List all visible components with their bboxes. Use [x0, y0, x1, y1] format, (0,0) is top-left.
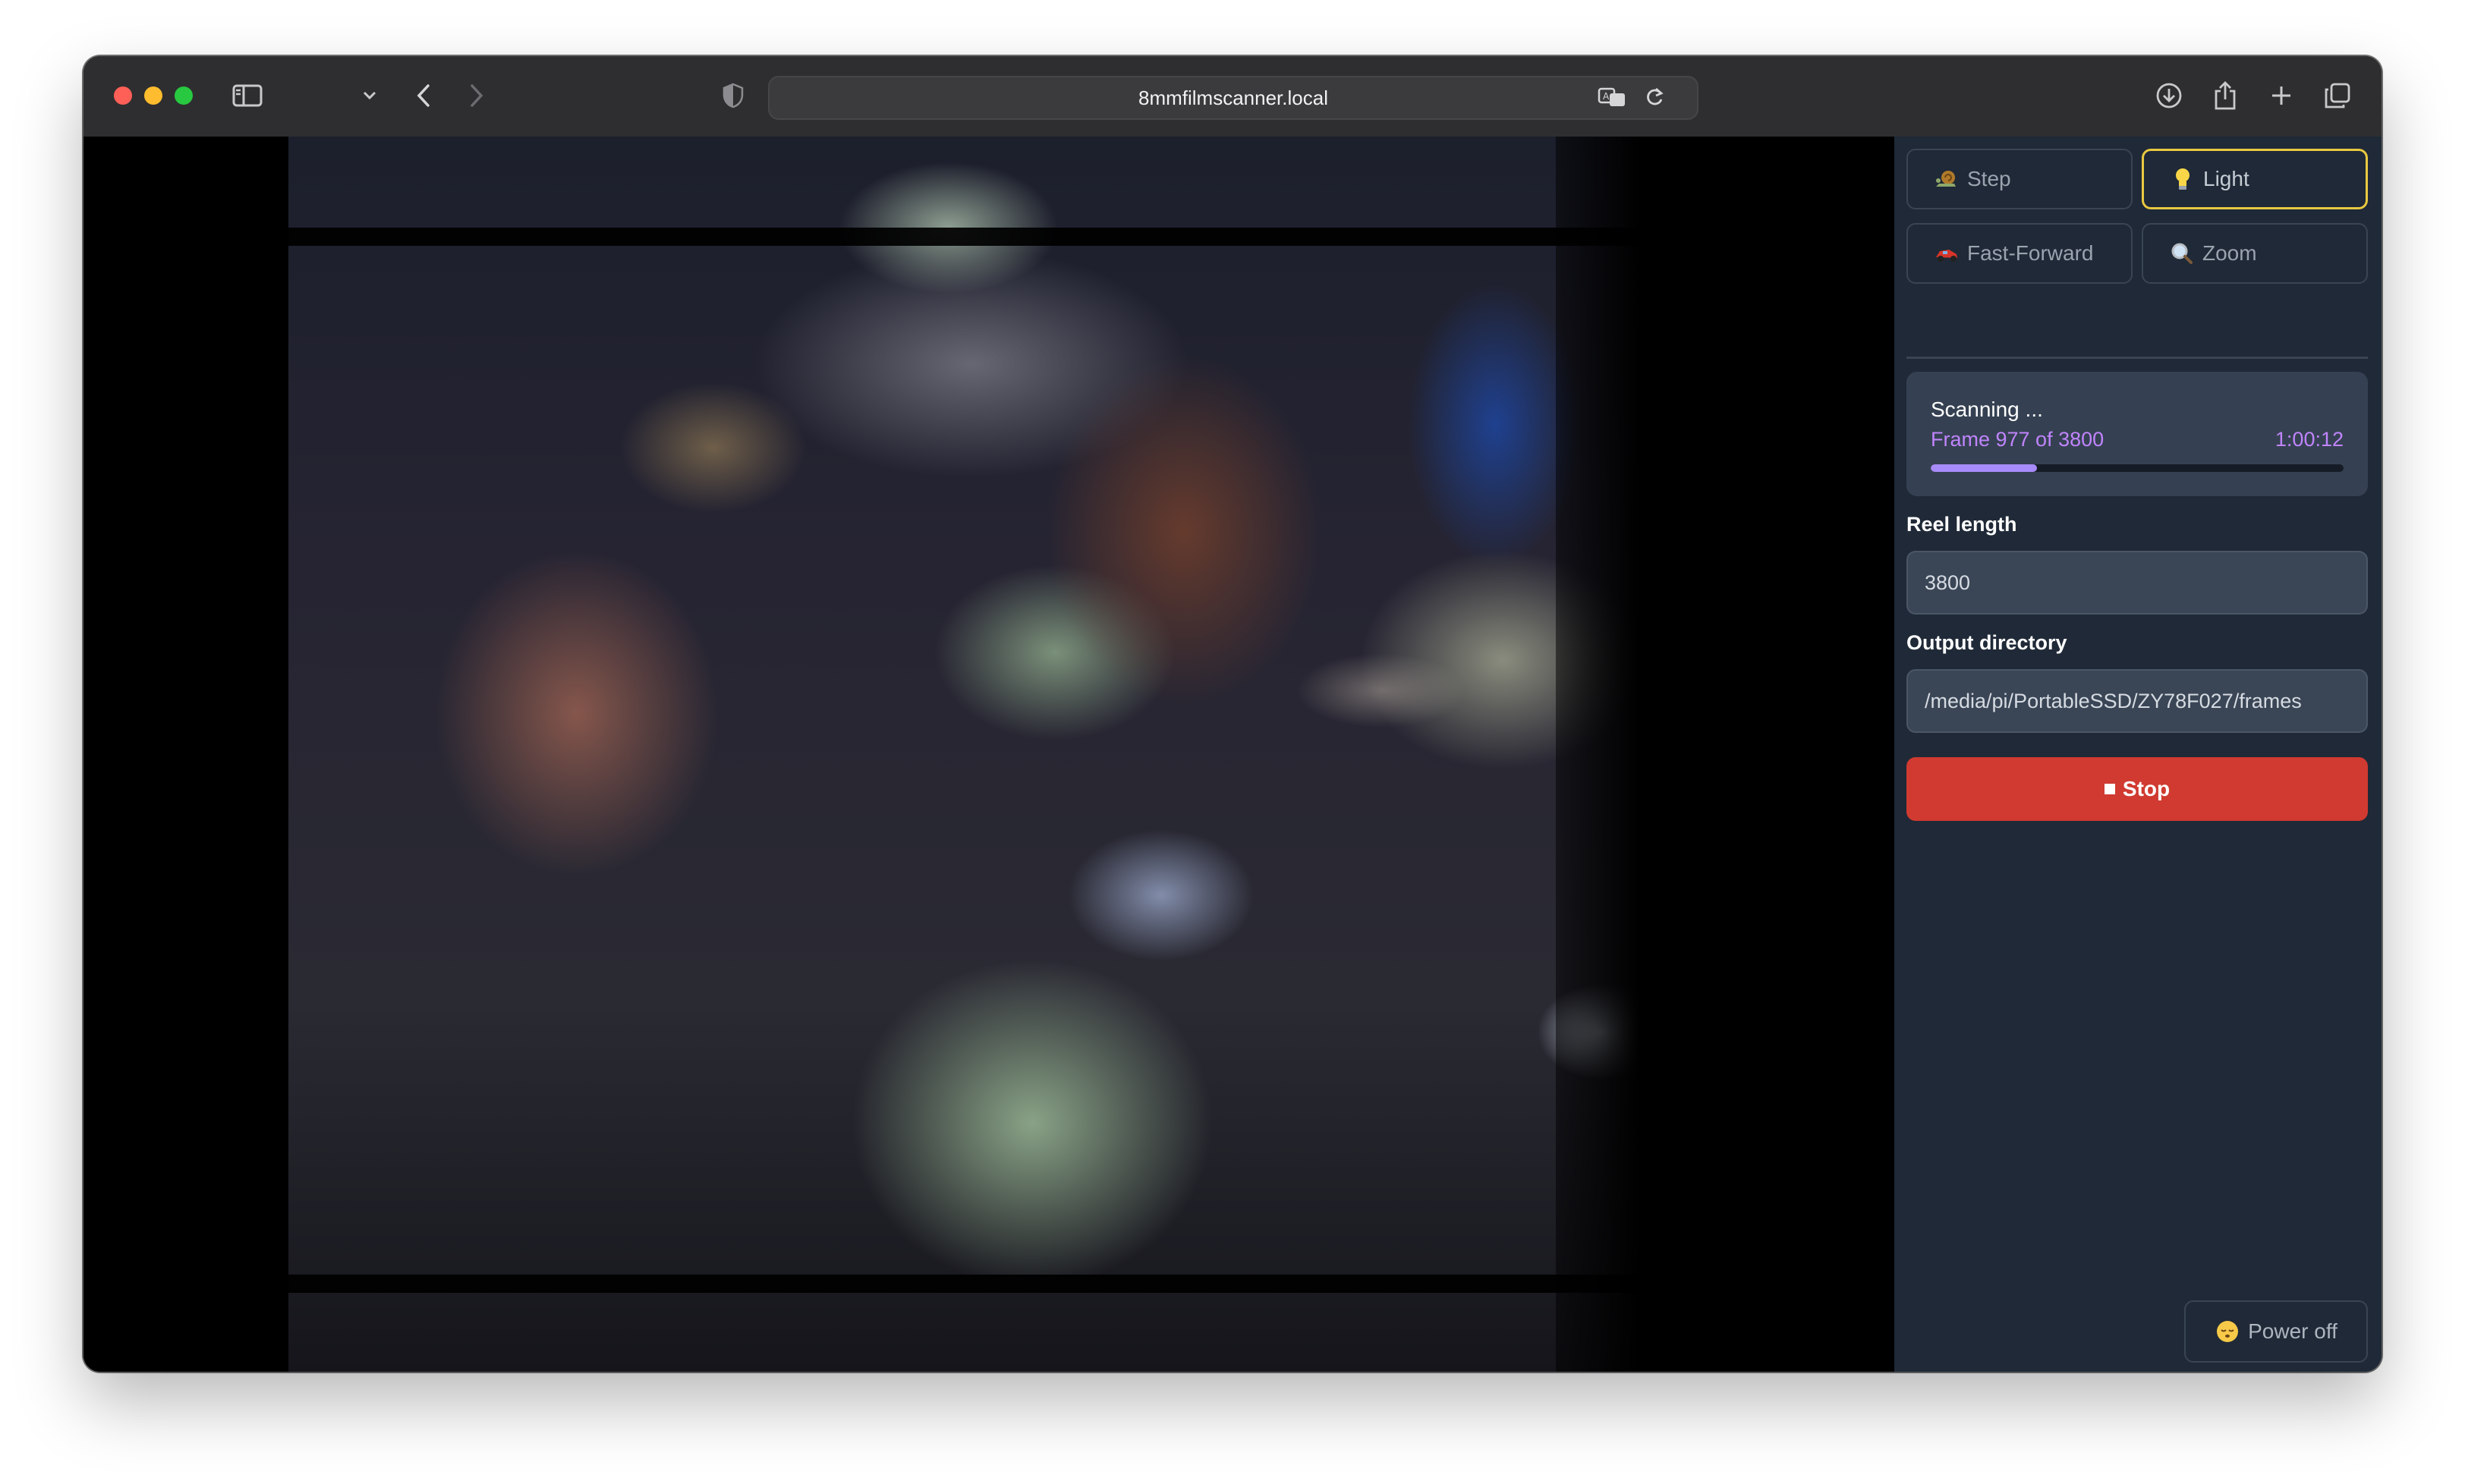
- browser-toolbar: 8mmfilmscanner.local A: [83, 56, 2382, 138]
- reel-length-field[interactable]: 3800: [1906, 551, 2368, 615]
- light-button[interactable]: Light: [2142, 149, 2368, 209]
- minimize-window-button[interactable]: [144, 86, 162, 105]
- stop-square-icon: [2104, 784, 2115, 794]
- film-frame-preview: [83, 137, 1894, 1372]
- scan-progress-bar: [1931, 464, 2344, 472]
- reload-icon[interactable]: [1639, 79, 1670, 115]
- power-off-button[interactable]: Power off: [2184, 1300, 2368, 1363]
- film-border-right: [1556, 137, 1894, 1372]
- zoom-window-button[interactable]: [175, 86, 193, 105]
- fast-forward-label: Fast-Forward: [1967, 241, 2094, 265]
- output-directory-label: Output directory: [1906, 631, 2067, 654]
- page-content: Step Light Fast-Forward Zoom Scanning ..…: [83, 137, 2382, 1372]
- film-border-left: [83, 137, 288, 1372]
- fast-forward-button[interactable]: Fast-Forward: [1906, 223, 2133, 284]
- magnifier-icon: [2169, 242, 2195, 265]
- snail-icon: [1934, 168, 1960, 190]
- translate-icon[interactable]: A: [1595, 79, 1629, 115]
- svg-text:A: A: [1603, 91, 1610, 102]
- address-bar[interactable]: 8mmfilmscanner.local A: [768, 76, 1698, 120]
- share-icon[interactable]: [2208, 77, 2242, 114]
- browser-window: 8mmfilmscanner.local A Step Light Fast-F…: [83, 56, 2382, 1372]
- lightbulb-icon: [2170, 167, 2196, 191]
- controls-divider: [1906, 357, 2368, 359]
- stop-label: Stop: [2122, 777, 2171, 800]
- privacy-shield-icon[interactable]: [718, 77, 748, 114]
- step-label: Step: [1967, 167, 2011, 190]
- reel-length-label: Reel length: [1906, 513, 2017, 536]
- scan-status-card: Scanning ... Frame 977 of 3800 1:00:12: [1906, 372, 2368, 496]
- elapsed-time: 1:00:12: [2275, 428, 2344, 451]
- close-window-button[interactable]: [114, 86, 132, 105]
- frame-separator-bottom: [288, 1275, 1639, 1293]
- zoom-button[interactable]: Zoom: [2142, 223, 2368, 284]
- downloads-icon[interactable]: [2151, 77, 2187, 114]
- frame-counter: Frame 977 of 3800: [1931, 428, 2105, 451]
- tab-overview-icon[interactable]: [2321, 77, 2354, 114]
- scan-progress-fill: [1931, 464, 2037, 472]
- film-frame-image: [288, 137, 1639, 1372]
- control-panel: Step Light Fast-Forward Zoom Scanning ..…: [1894, 137, 2382, 1372]
- chevron-down-icon[interactable]: [361, 77, 378, 114]
- stop-button[interactable]: Stop: [1906, 757, 2368, 821]
- step-button[interactable]: Step: [1906, 149, 2133, 209]
- sleeping-face-icon: [2215, 1319, 2240, 1344]
- light-label: Light: [2203, 167, 2249, 190]
- scan-status-title: Scanning ...: [1931, 398, 2043, 421]
- sidebar-toggle-icon[interactable]: [231, 77, 264, 114]
- back-icon[interactable]: [408, 77, 439, 114]
- zoom-label: Zoom: [2202, 241, 2257, 265]
- forward-icon[interactable]: [461, 77, 492, 114]
- frame-separator-top: [288, 228, 1639, 246]
- output-directory-field[interactable]: /media/pi/PortableSSD/ZY78F027/frames: [1906, 669, 2368, 733]
- url-text: 8mmfilmscanner.local: [1138, 86, 1328, 109]
- new-tab-icon[interactable]: [2265, 77, 2298, 114]
- power-off-label: Power off: [2248, 1319, 2338, 1343]
- race-car-icon: [1934, 244, 1960, 263]
